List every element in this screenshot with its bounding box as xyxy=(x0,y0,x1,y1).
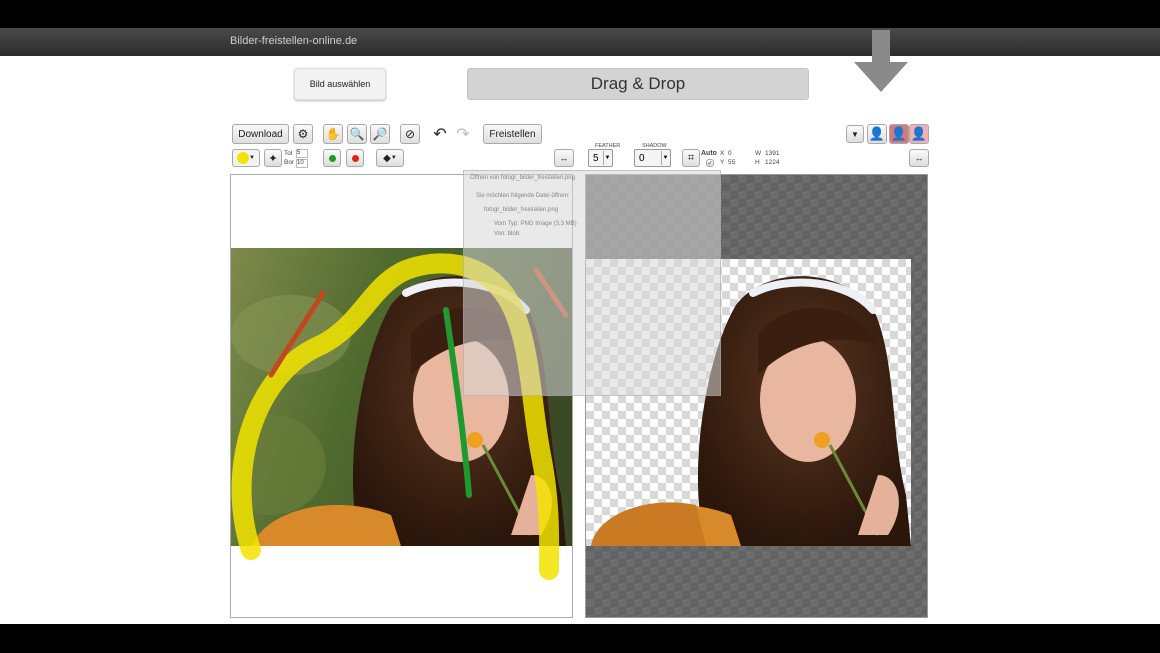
clear-cancel-icon[interactable]: ⊘ xyxy=(400,124,420,144)
feather-value: 5 xyxy=(593,152,599,164)
crop-icon[interactable]: ⌗ xyxy=(682,149,700,167)
redo-icon[interactable]: ↷ xyxy=(453,124,473,144)
drag-drop-zone[interactable]: Drag & Drop xyxy=(467,68,809,100)
dialog-file: fotogr_bilder_freistellen.png xyxy=(484,207,559,213)
y-value[interactable]: 55 xyxy=(728,159,735,166)
site-title: Bilder-freistellen-online.de xyxy=(230,35,358,47)
auto-label: Auto xyxy=(701,150,717,157)
person-light-red-icon[interactable]: 👤 xyxy=(909,124,929,144)
chevron-down-icon: ▼ xyxy=(661,151,669,165)
tol-label: Tol xyxy=(284,150,293,157)
down-arrow-icon xyxy=(854,30,908,92)
zoom-in-icon[interactable]: 🔍 xyxy=(347,124,367,144)
undo-icon[interactable]: ↶ xyxy=(430,124,450,144)
editor-page: Bild auswählen Drag & Drop Download ⚙ ✋ … xyxy=(0,30,1160,624)
bor-input[interactable]: 10 xyxy=(296,159,308,168)
freistellen-button[interactable]: Freistellen xyxy=(483,124,542,144)
shadow-value: 0 xyxy=(639,152,645,164)
feather-select[interactable]: 5 ▼ xyxy=(588,149,613,167)
zoom-out-icon[interactable]: 🔎 xyxy=(370,124,390,144)
shadow-select[interactable]: 0 ▼ xyxy=(634,149,671,167)
settings-gear-icon[interactable]: ⚙ xyxy=(293,124,313,144)
dropzone-label: Drag & Drop xyxy=(590,74,686,93)
person-outline-icon[interactable]: 👤 xyxy=(867,124,887,144)
expand-horizontal-icon[interactable]: ↔ xyxy=(554,149,574,167)
site-header: Bilder-freistellen-online.de xyxy=(0,28,1160,56)
person-red-icon[interactable]: 👤 xyxy=(889,124,909,144)
w-value[interactable]: 1391 xyxy=(765,150,779,157)
h-label: H xyxy=(755,159,760,166)
yellow-brush-dropdown-icon[interactable]: ▼ xyxy=(232,149,260,167)
y-label: Y xyxy=(720,159,725,166)
dialog-from: Von: blob: xyxy=(494,231,521,237)
download-button[interactable]: Download xyxy=(232,124,289,144)
file-open-dialog: Öffnen von fotogr_bilder_freistellen.png… xyxy=(463,170,721,396)
expand-horizontal-right-icon[interactable]: ↔ xyxy=(909,149,929,167)
tol-input[interactable]: 5 xyxy=(296,149,308,158)
x-label: X xyxy=(720,150,725,157)
h-value[interactable]: 1224 xyxy=(765,159,779,166)
eraser-dropdown-icon[interactable]: ◆ ▼ xyxy=(376,149,404,167)
dialog-title: Öffnen von fotogr_bilder_freistellen.png xyxy=(470,175,575,181)
w-label: W xyxy=(755,150,762,157)
magic-wand-icon[interactable]: ✦ xyxy=(264,149,282,167)
hand-pan-icon[interactable]: ✋ xyxy=(323,124,343,144)
user-dropdown-chevron-icon[interactable]: ▼ xyxy=(846,125,864,143)
keep-green-marker-icon[interactable] xyxy=(323,149,341,167)
chevron-down-icon: ▼ xyxy=(603,151,611,165)
bor-label: Bor xyxy=(284,159,295,166)
window-bottom-bar xyxy=(0,624,1160,653)
remove-red-marker-icon[interactable] xyxy=(346,149,364,167)
select-image-button[interactable]: Bild auswählen xyxy=(294,68,386,100)
auto-checkbox[interactable]: ✓ xyxy=(706,159,714,167)
window-top-bar xyxy=(0,0,1160,28)
x-value[interactable]: 0 xyxy=(728,150,732,157)
dialog-line: Sie möchten folgende Datei öffnen: xyxy=(476,193,570,199)
dialog-type: Vom Typ: PNG Image (3,3 MB) xyxy=(494,221,577,227)
